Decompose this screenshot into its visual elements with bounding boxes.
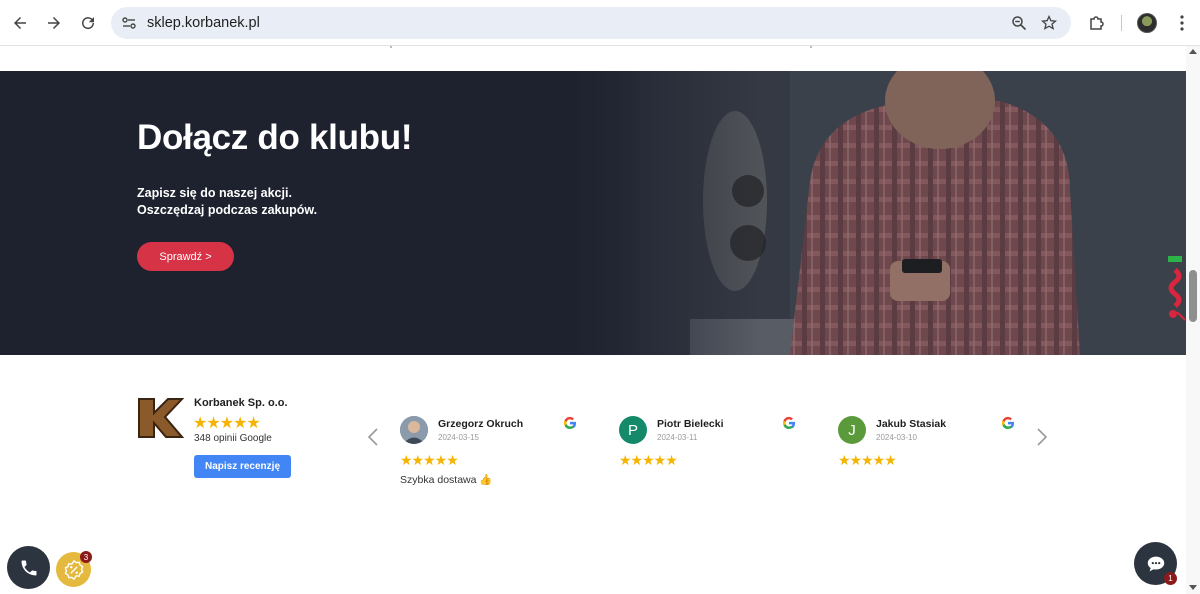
review-date: 2024-03-10: [876, 433, 917, 442]
hero-subtitle-line: Zapisz się do naszej akcji.: [137, 186, 292, 200]
hero-overlay: [0, 71, 760, 355]
hero-title: Dołącz do klubu!: [137, 118, 413, 157]
scroll-up-arrow[interactable]: [1189, 49, 1197, 54]
avatar: [400, 416, 428, 444]
avatar: P: [619, 416, 647, 444]
percent-badge-icon: [64, 559, 83, 580]
profile-avatar[interactable]: [1137, 13, 1157, 33]
review-card: J Jakub Stasiak 2024-03-10 ★★★★★: [838, 416, 1018, 496]
write-review-button[interactable]: Napisz recenzję: [194, 455, 291, 478]
browser-toolbar: sklep.korbanek.pl: [0, 0, 1200, 46]
review-date: 2024-03-15: [438, 433, 479, 442]
phone-call-button[interactable]: [7, 546, 50, 589]
divider-mark: [390, 46, 392, 48]
promo-count-badge: 3: [80, 551, 92, 563]
review-stars: ★★★★★: [838, 452, 897, 468]
avatar: J: [838, 416, 866, 444]
business-review-count[interactable]: 348 opinii Google: [194, 433, 272, 444]
reviewer-name: Grzegorz Okruch: [438, 418, 524, 430]
scroll-down-arrow[interactable]: [1189, 585, 1197, 590]
chevron-left-icon[interactable]: [366, 427, 380, 447]
chat-bubble-icon: [1147, 556, 1164, 571]
business-name: Korbanek Sp. o.o.: [194, 397, 288, 409]
reload-button[interactable]: [76, 11, 100, 35]
arrow-right-icon: [48, 17, 60, 29]
address-bar[interactable]: sklep.korbanek.pl: [111, 7, 1071, 39]
review-date: 2024-03-11: [657, 433, 698, 442]
kebab-menu-icon[interactable]: [1172, 13, 1192, 33]
korbanek-logo: [138, 398, 184, 438]
scrollbar-thumb[interactable]: [1189, 270, 1197, 322]
google-icon: [782, 416, 796, 430]
divider-mark: [810, 46, 812, 48]
hero-subtitle: Zapisz się do naszej akcji. Oszczędzaj p…: [137, 185, 317, 219]
back-button[interactable]: [8, 11, 32, 35]
loyalty-side-widget[interactable]: [1165, 256, 1187, 322]
review-stars: ★★★★★: [400, 452, 459, 468]
forward-button[interactable]: [42, 11, 66, 35]
user-photo-icon: [400, 416, 428, 444]
business-rating-stars: ★★★★★: [193, 415, 261, 432]
page-content: Dołącz do klubu! Zapisz się do naszej ak…: [0, 46, 1186, 594]
phone-icon: [21, 560, 36, 575]
reviewer-name: Jakub Stasiak: [876, 418, 947, 430]
review-card: P Piotr Bielecki 2024-03-11 ★★★★★: [619, 416, 799, 496]
reload-icon: [82, 17, 95, 30]
club-banner: Dołącz do klubu! Zapisz się do naszej ak…: [0, 71, 1186, 355]
review-text: Szybka dostawa 👍: [400, 474, 493, 486]
arrow-left-icon: [14, 17, 26, 29]
url-text[interactable]: sklep.korbanek.pl: [147, 15, 260, 31]
google-icon: [1001, 416, 1015, 430]
hero-subtitle-line: Oszczędzaj podczas zakupów.: [137, 203, 318, 217]
check-button[interactable]: Sprawdź >: [137, 242, 234, 271]
zoom-out-icon[interactable]: [1011, 15, 1027, 31]
review-stars: ★★★★★: [619, 452, 678, 468]
review-card: Grzegorz Okruch 2024-03-15 ★★★★★ Szybka …: [400, 416, 580, 496]
reviewer-name: Piotr Bielecki: [657, 418, 724, 430]
tune-icon[interactable]: [121, 15, 137, 31]
chevron-right-icon[interactable]: [1035, 427, 1049, 447]
chat-unread-badge: 1: [1164, 572, 1177, 585]
google-icon: [563, 416, 577, 430]
puzzle-icon[interactable]: [1087, 13, 1107, 33]
toolbar-divider: [1121, 15, 1122, 31]
star-icon[interactable]: [1041, 15, 1057, 31]
